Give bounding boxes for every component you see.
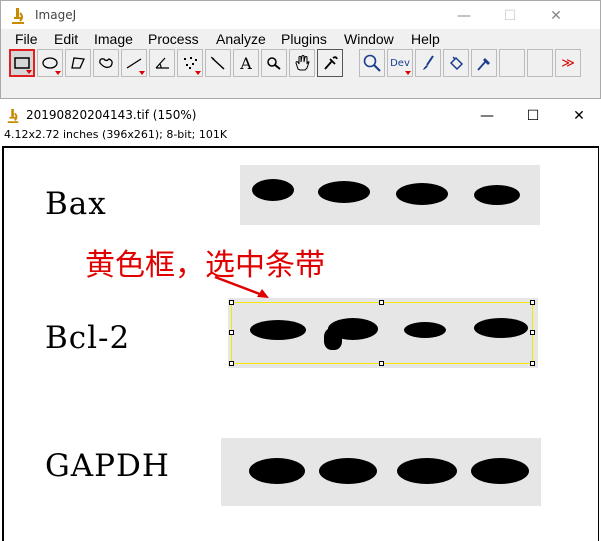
gapdh-band-4 (471, 458, 529, 484)
image-maximize-button[interactable]: ☐ (510, 104, 556, 128)
wand-tool[interactable] (205, 49, 231, 77)
roi-handle-bl[interactable] (229, 361, 234, 366)
pipette-icon (477, 58, 490, 71)
menu-help[interactable]: Help (411, 31, 440, 47)
search-icon (363, 54, 381, 72)
freehand-tool[interactable] (93, 49, 119, 77)
main-window-title: ImageJ (35, 8, 77, 22)
roi-handle-tr[interactable] (530, 300, 535, 305)
bax-band-1 (252, 179, 294, 201)
menu-analyze[interactable]: Analyze (216, 31, 266, 47)
image-window: 20190820204143.tif (150%) — ☐ ✕ 4.12x2.7… (0, 104, 601, 541)
wand-icon (210, 56, 225, 70)
dev-tool-glyph: Dev (390, 57, 410, 69)
flood-fill-tool[interactable] (443, 49, 469, 77)
minimize-button[interactable]: — (441, 1, 487, 31)
bax-blot (240, 165, 540, 225)
eyedropper-icon (324, 56, 338, 70)
angle-icon (155, 57, 169, 69)
roi-handle-mr[interactable] (530, 330, 535, 335)
menu-file[interactable]: File (15, 31, 38, 47)
imagej-main-window: ImageJ — ☐ ✕ File Edit Image Process Ana… (0, 0, 601, 99)
magnifier-tool[interactable] (261, 49, 287, 77)
microscope-icon (7, 109, 19, 123)
line-tool[interactable] (121, 49, 147, 77)
polygon-tool[interactable] (65, 49, 91, 77)
image-close-button[interactable]: ✕ (556, 104, 601, 128)
freehand-icon (99, 58, 113, 69)
roi-handle-tc[interactable] (379, 300, 384, 305)
blot-label-gapdh: GAPDH (45, 448, 170, 484)
maximize-button[interactable]: ☐ (487, 1, 533, 31)
empty-tool-slot-2[interactable] (527, 49, 553, 77)
paint-bucket-icon (449, 56, 464, 71)
close-button[interactable]: ✕ (533, 1, 579, 31)
main-titlebar[interactable]: ImageJ — ☐ ✕ (1, 1, 600, 31)
image-canvas[interactable]: Bax 黄色框，选中条带 Bcl-2 GAPDH (2, 146, 599, 541)
text-tool[interactable]: A (233, 49, 259, 77)
blot-label-bcl2: Bcl-2 (45, 320, 131, 356)
angle-tool[interactable] (149, 49, 175, 77)
bax-band-3 (396, 183, 448, 205)
annotation-text: 黄色框，选中条带 (85, 248, 325, 283)
double-chevron-icon: ≫ (561, 55, 575, 71)
bax-band-4 (474, 185, 520, 205)
roi-handle-bc[interactable] (379, 361, 384, 366)
magnifier-icon (267, 57, 281, 70)
gapdh-blot (221, 438, 541, 506)
menu-image[interactable]: Image (94, 31, 133, 47)
brush-icon (423, 55, 434, 70)
image-window-title: 20190820204143.tif (150%) (26, 108, 197, 122)
text-tool-glyph: A (240, 53, 252, 73)
menu-process[interactable]: Process (148, 31, 199, 47)
rectangle-icon (14, 57, 30, 69)
oval-tool[interactable] (37, 49, 63, 77)
roi-handle-ml[interactable] (229, 330, 234, 335)
line-icon (126, 58, 142, 69)
image-minimize-button[interactable]: — (464, 104, 510, 128)
bax-band-2 (318, 181, 370, 203)
dev-tool[interactable]: Dev (387, 49, 413, 77)
gapdh-band-2 (319, 458, 377, 484)
rectangle-tool[interactable] (9, 49, 35, 77)
zoom-tool[interactable] (359, 49, 385, 77)
menu-bar: File Edit Image Process Analyze Plugins … (1, 29, 600, 49)
roi-rectangle[interactable] (231, 302, 533, 364)
menu-edit[interactable]: Edit (54, 31, 78, 47)
menu-window[interactable]: Window (344, 31, 394, 47)
roi-handle-br[interactable] (530, 361, 535, 366)
gapdh-band-3 (397, 458, 457, 484)
image-info: 4.12x2.72 inches (396x261); 8-bit; 101K (4, 128, 228, 141)
brush-tool[interactable] (415, 49, 441, 77)
more-tools-button[interactable]: ≫ (555, 49, 581, 77)
polygon-icon (71, 57, 85, 69)
hand-tool[interactable] (289, 49, 315, 77)
microscope-icon (12, 8, 24, 24)
empty-tool-slot-1[interactable] (499, 49, 525, 77)
hand-icon (295, 55, 310, 71)
oval-icon (42, 57, 58, 69)
gapdh-band-1 (249, 458, 305, 484)
roi-handle-tl[interactable] (229, 300, 234, 305)
color-picker-tool[interactable] (317, 49, 343, 77)
pickup-tool[interactable] (471, 49, 497, 77)
point-tool[interactable] (177, 49, 203, 77)
menu-plugins[interactable]: Plugins (281, 31, 327, 47)
blot-label-bax: Bax (45, 186, 107, 222)
multipoint-icon (184, 57, 197, 69)
